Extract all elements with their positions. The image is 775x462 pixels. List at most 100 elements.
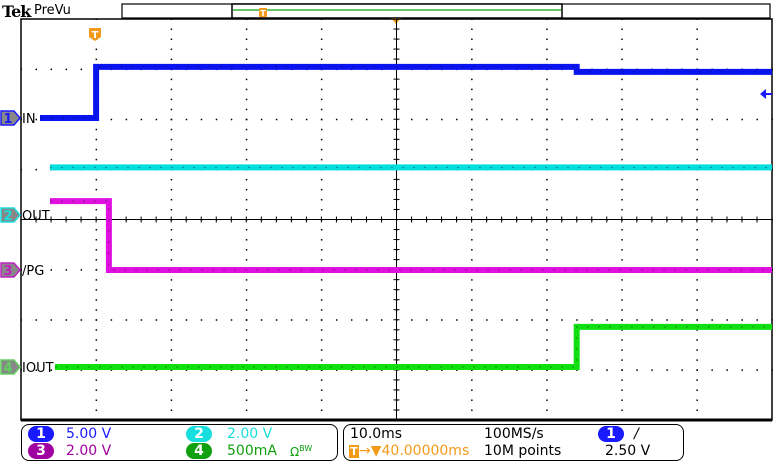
grid-dot (666, 319, 668, 321)
grid-dot (320, 158, 323, 161)
ch4-badge[interactable]: 4 (186, 443, 212, 459)
grid-dot (471, 208, 473, 211)
record-view-window[interactable] (231, 3, 563, 19)
grid-dot (320, 299, 323, 301)
grid-dot (80, 68, 83, 71)
trigger-source-badge[interactable]: 1 (598, 426, 624, 442)
grid-dot (471, 349, 473, 351)
ch4-scale[interactable]: 500mA (227, 443, 277, 459)
waveform-iout (55, 323, 772, 370)
grid-dot (320, 379, 323, 381)
time-per-div[interactable]: 10.0ms (350, 426, 402, 442)
grid-dot (471, 289, 473, 291)
ch1-badge[interactable]: 1 (28, 426, 54, 442)
grid-dot (621, 128, 623, 131)
grid-dot (320, 108, 323, 111)
ch3-scale[interactable]: 2.00 V (66, 443, 111, 459)
grid-dot (230, 118, 233, 121)
grid-dot (471, 239, 473, 241)
ch2-scale[interactable]: 2.00 V (227, 426, 272, 442)
waveform-noise (55, 326, 772, 368)
trigger-slope-icon[interactable]: / (634, 426, 639, 442)
grid-dot (320, 289, 323, 291)
ch1-scale[interactable]: 5.00 V (66, 426, 111, 442)
grid-dot (696, 148, 698, 151)
grid-dot (471, 339, 473, 341)
grid-dot (170, 28, 173, 31)
grid-dot (95, 309, 98, 311)
grid-dot (606, 319, 608, 321)
grid-dot (471, 259, 473, 261)
trigger-position-label: T (92, 30, 99, 41)
grid-dot (621, 319, 623, 321)
grid-dot (606, 118, 608, 121)
grid-dot (80, 269, 83, 271)
grid-dot (170, 88, 173, 91)
trigger-level-icon[interactable] (760, 89, 772, 99)
ch2-marker[interactable]: 2 (0, 207, 21, 224)
grid-dot (561, 118, 563, 121)
grid-dot (245, 98, 248, 101)
grid-dot (621, 309, 623, 311)
grid-dot (696, 58, 698, 61)
grid-dot (125, 319, 128, 321)
vertical-settings-panel[interactable]: 1 5.00 V 2 2.00 V 3 2.00 V 4 500mA ΩBW (21, 424, 338, 461)
grid-dot (411, 118, 413, 121)
grid-dot (185, 118, 188, 121)
ch4-marker[interactable]: 4 (0, 359, 21, 376)
grid-dot (621, 158, 623, 161)
grid-dot (170, 138, 173, 141)
grid-dot (170, 229, 173, 231)
grid-dot (245, 48, 248, 51)
grid-dot (696, 239, 698, 241)
grid-dot (666, 118, 668, 121)
grid-dot (471, 389, 473, 391)
grid-dot (696, 379, 698, 381)
grid-dot (170, 98, 173, 101)
grid-dot (471, 148, 473, 151)
grid-dot (155, 118, 158, 121)
grid-dot (170, 339, 173, 341)
ch2-badge[interactable]: 2 (186, 426, 212, 442)
record-length[interactable]: 10M points (484, 443, 561, 459)
ch3-marker[interactable]: 3 (0, 262, 21, 279)
grid-dot (95, 249, 98, 251)
grid-dot (471, 48, 473, 51)
ch3-badge[interactable]: 3 (28, 443, 54, 459)
grid-dot (546, 349, 548, 351)
grid-dot (696, 48, 698, 51)
grid-dot (621, 28, 623, 31)
horizontal-trigger-panel[interactable]: 10.0ms T→▼40.00000ms 100MS/s 10M points … (343, 424, 684, 461)
grid-dot (756, 118, 758, 121)
grid-dot (546, 399, 548, 401)
grid-dot (95, 409, 98, 411)
grid-dot (696, 38, 698, 41)
record-trigger-icon: T (259, 8, 267, 18)
grid-dot (546, 138, 548, 141)
grid-dot (696, 339, 698, 341)
grid-dot (696, 249, 698, 251)
grid-dot (726, 369, 728, 371)
trigger-level[interactable]: 2.50 V (605, 443, 650, 459)
horizontal-delay[interactable]: T→▼40.00000ms (349, 443, 469, 459)
waveform-in (40, 63, 772, 121)
ch1-marker[interactable]: 1 (0, 110, 21, 127)
grid-dot (35, 319, 38, 321)
grid-dot (621, 229, 623, 231)
grid-dot (320, 208, 323, 211)
grid-dot (471, 108, 473, 111)
trigger-position-icon[interactable]: T (89, 28, 101, 41)
grid-dot (170, 128, 173, 131)
grid-dot (546, 58, 548, 61)
grid-dot (65, 68, 68, 71)
grid-dot (546, 188, 548, 191)
grid-dot (696, 208, 698, 211)
grid-dot (245, 128, 248, 131)
grid-dot (471, 98, 473, 101)
grid-dot (696, 108, 698, 111)
grid-dot (170, 409, 173, 411)
grid-dot (696, 289, 698, 291)
grid-dot (245, 259, 248, 261)
grid-dot (350, 319, 353, 321)
grid-dot (245, 38, 248, 41)
